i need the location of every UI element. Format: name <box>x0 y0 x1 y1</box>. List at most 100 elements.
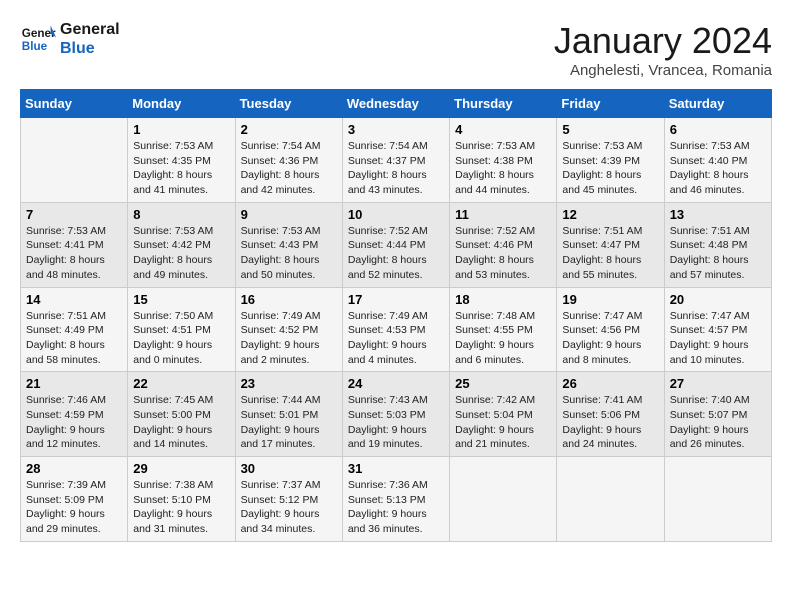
day-cell: 1 Sunrise: 7:53 AM Sunset: 4:35 PM Dayli… <box>128 118 235 203</box>
week-row-5: 28 Sunrise: 7:39 AM Sunset: 5:09 PM Dayl… <box>21 457 772 542</box>
location-subtitle: Anghelesti, Vrancea, Romania <box>554 62 772 79</box>
day-cell <box>664 457 771 542</box>
logo: General Blue General Blue <box>20 20 120 58</box>
week-row-3: 14 Sunrise: 7:51 AM Sunset: 4:49 PM Dayl… <box>21 287 772 372</box>
day-cell: 17 Sunrise: 7:49 AM Sunset: 4:53 PM Dayl… <box>342 287 449 372</box>
day-info: Sunrise: 7:49 AM Sunset: 4:53 PM Dayligh… <box>348 309 444 368</box>
day-info: Sunrise: 7:47 AM Sunset: 4:57 PM Dayligh… <box>670 309 766 368</box>
day-info: Sunrise: 7:41 AM Sunset: 5:06 PM Dayligh… <box>562 393 658 452</box>
day-number: 2 <box>241 122 337 137</box>
day-cell: 9 Sunrise: 7:53 AM Sunset: 4:43 PM Dayli… <box>235 202 342 287</box>
svg-text:Blue: Blue <box>22 40 48 53</box>
day-number: 14 <box>26 292 122 307</box>
day-cell: 21 Sunrise: 7:46 AM Sunset: 4:59 PM Dayl… <box>21 372 128 457</box>
day-number: 19 <box>562 292 658 307</box>
day-cell: 8 Sunrise: 7:53 AM Sunset: 4:42 PM Dayli… <box>128 202 235 287</box>
day-number: 27 <box>670 376 766 391</box>
day-number: 25 <box>455 376 551 391</box>
day-cell: 7 Sunrise: 7:53 AM Sunset: 4:41 PM Dayli… <box>21 202 128 287</box>
day-number: 16 <box>241 292 337 307</box>
day-number: 10 <box>348 207 444 222</box>
day-cell: 19 Sunrise: 7:47 AM Sunset: 4:56 PM Dayl… <box>557 287 664 372</box>
day-info: Sunrise: 7:39 AM Sunset: 5:09 PM Dayligh… <box>26 478 122 537</box>
day-number: 15 <box>133 292 229 307</box>
day-info: Sunrise: 7:38 AM Sunset: 5:10 PM Dayligh… <box>133 478 229 537</box>
day-number: 8 <box>133 207 229 222</box>
day-cell: 10 Sunrise: 7:52 AM Sunset: 4:44 PM Dayl… <box>342 202 449 287</box>
day-cell: 28 Sunrise: 7:39 AM Sunset: 5:09 PM Dayl… <box>21 457 128 542</box>
day-number: 11 <box>455 207 551 222</box>
day-info: Sunrise: 7:53 AM Sunset: 4:41 PM Dayligh… <box>26 224 122 283</box>
day-info: Sunrise: 7:53 AM Sunset: 4:43 PM Dayligh… <box>241 224 337 283</box>
month-title: January 2024 <box>554 20 772 62</box>
day-number: 17 <box>348 292 444 307</box>
day-info: Sunrise: 7:51 AM Sunset: 4:47 PM Dayligh… <box>562 224 658 283</box>
page-header: General Blue General Blue January 2024 A… <box>20 20 772 79</box>
day-number: 22 <box>133 376 229 391</box>
day-info: Sunrise: 7:49 AM Sunset: 4:52 PM Dayligh… <box>241 309 337 368</box>
week-row-2: 7 Sunrise: 7:53 AM Sunset: 4:41 PM Dayli… <box>21 202 772 287</box>
col-header-wednesday: Wednesday <box>342 90 449 118</box>
day-cell: 22 Sunrise: 7:45 AM Sunset: 5:00 PM Dayl… <box>128 372 235 457</box>
day-info: Sunrise: 7:40 AM Sunset: 5:07 PM Dayligh… <box>670 393 766 452</box>
day-number: 30 <box>241 461 337 476</box>
day-info: Sunrise: 7:46 AM Sunset: 4:59 PM Dayligh… <box>26 393 122 452</box>
day-info: Sunrise: 7:50 AM Sunset: 4:51 PM Dayligh… <box>133 309 229 368</box>
day-number: 24 <box>348 376 444 391</box>
calendar-table: SundayMondayTuesdayWednesdayThursdayFrid… <box>20 89 772 542</box>
day-cell: 18 Sunrise: 7:48 AM Sunset: 4:55 PM Dayl… <box>450 287 557 372</box>
day-cell <box>21 118 128 203</box>
day-cell: 20 Sunrise: 7:47 AM Sunset: 4:57 PM Dayl… <box>664 287 771 372</box>
calendar-header-row: SundayMondayTuesdayWednesdayThursdayFrid… <box>21 90 772 118</box>
day-cell: 29 Sunrise: 7:38 AM Sunset: 5:10 PM Dayl… <box>128 457 235 542</box>
day-cell: 11 Sunrise: 7:52 AM Sunset: 4:46 PM Dayl… <box>450 202 557 287</box>
day-number: 20 <box>670 292 766 307</box>
col-header-tuesday: Tuesday <box>235 90 342 118</box>
day-cell: 25 Sunrise: 7:42 AM Sunset: 5:04 PM Dayl… <box>450 372 557 457</box>
day-info: Sunrise: 7:54 AM Sunset: 4:36 PM Dayligh… <box>241 139 337 198</box>
day-cell: 16 Sunrise: 7:49 AM Sunset: 4:52 PM Dayl… <box>235 287 342 372</box>
day-cell: 5 Sunrise: 7:53 AM Sunset: 4:39 PM Dayli… <box>557 118 664 203</box>
day-cell: 4 Sunrise: 7:53 AM Sunset: 4:38 PM Dayli… <box>450 118 557 203</box>
day-info: Sunrise: 7:52 AM Sunset: 4:46 PM Dayligh… <box>455 224 551 283</box>
day-number: 9 <box>241 207 337 222</box>
day-info: Sunrise: 7:53 AM Sunset: 4:38 PM Dayligh… <box>455 139 551 198</box>
day-number: 26 <box>562 376 658 391</box>
day-number: 23 <box>241 376 337 391</box>
logo-general: General <box>60 20 120 39</box>
logo-icon: General Blue <box>20 21 56 57</box>
day-cell: 31 Sunrise: 7:36 AM Sunset: 5:13 PM Dayl… <box>342 457 449 542</box>
day-number: 7 <box>26 207 122 222</box>
day-cell: 30 Sunrise: 7:37 AM Sunset: 5:12 PM Dayl… <box>235 457 342 542</box>
day-cell: 6 Sunrise: 7:53 AM Sunset: 4:40 PM Dayli… <box>664 118 771 203</box>
day-cell <box>557 457 664 542</box>
col-header-saturday: Saturday <box>664 90 771 118</box>
day-cell: 3 Sunrise: 7:54 AM Sunset: 4:37 PM Dayli… <box>342 118 449 203</box>
day-info: Sunrise: 7:51 AM Sunset: 4:49 PM Dayligh… <box>26 309 122 368</box>
col-header-monday: Monday <box>128 90 235 118</box>
day-info: Sunrise: 7:45 AM Sunset: 5:00 PM Dayligh… <box>133 393 229 452</box>
day-number: 13 <box>670 207 766 222</box>
day-number: 12 <box>562 207 658 222</box>
day-number: 28 <box>26 461 122 476</box>
day-info: Sunrise: 7:52 AM Sunset: 4:44 PM Dayligh… <box>348 224 444 283</box>
day-info: Sunrise: 7:54 AM Sunset: 4:37 PM Dayligh… <box>348 139 444 198</box>
day-cell: 12 Sunrise: 7:51 AM Sunset: 4:47 PM Dayl… <box>557 202 664 287</box>
day-cell: 15 Sunrise: 7:50 AM Sunset: 4:51 PM Dayl… <box>128 287 235 372</box>
logo-blue: Blue <box>60 39 120 58</box>
day-number: 29 <box>133 461 229 476</box>
day-info: Sunrise: 7:53 AM Sunset: 4:35 PM Dayligh… <box>133 139 229 198</box>
day-info: Sunrise: 7:42 AM Sunset: 5:04 PM Dayligh… <box>455 393 551 452</box>
day-info: Sunrise: 7:37 AM Sunset: 5:12 PM Dayligh… <box>241 478 337 537</box>
day-info: Sunrise: 7:53 AM Sunset: 4:39 PM Dayligh… <box>562 139 658 198</box>
day-cell: 14 Sunrise: 7:51 AM Sunset: 4:49 PM Dayl… <box>21 287 128 372</box>
day-info: Sunrise: 7:36 AM Sunset: 5:13 PM Dayligh… <box>348 478 444 537</box>
day-cell: 26 Sunrise: 7:41 AM Sunset: 5:06 PM Dayl… <box>557 372 664 457</box>
day-number: 18 <box>455 292 551 307</box>
day-cell: 2 Sunrise: 7:54 AM Sunset: 4:36 PM Dayli… <box>235 118 342 203</box>
week-row-4: 21 Sunrise: 7:46 AM Sunset: 4:59 PM Dayl… <box>21 372 772 457</box>
week-row-1: 1 Sunrise: 7:53 AM Sunset: 4:35 PM Dayli… <box>21 118 772 203</box>
day-number: 4 <box>455 122 551 137</box>
day-info: Sunrise: 7:53 AM Sunset: 4:40 PM Dayligh… <box>670 139 766 198</box>
day-info: Sunrise: 7:43 AM Sunset: 5:03 PM Dayligh… <box>348 393 444 452</box>
